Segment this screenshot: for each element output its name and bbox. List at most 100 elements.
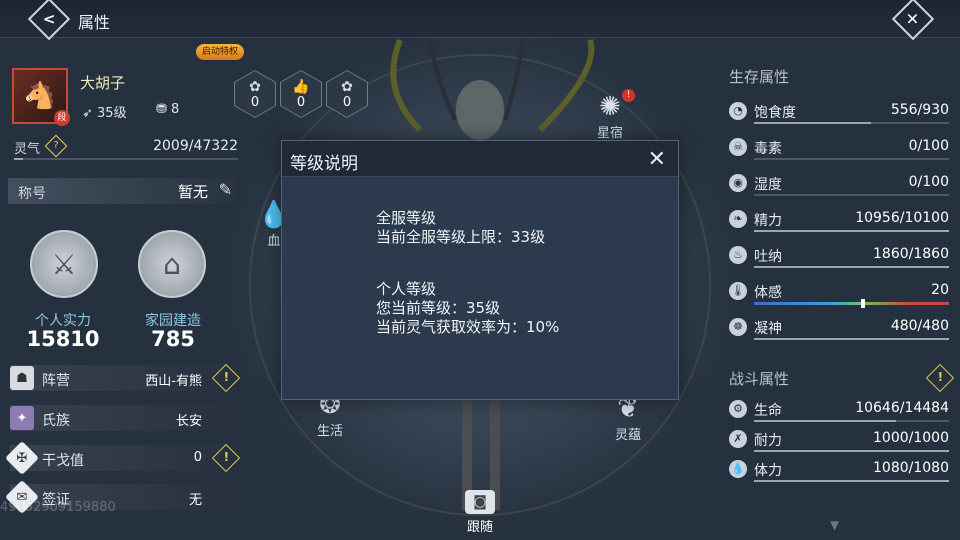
faction-icon: ☗ [10,366,34,390]
info-row-clan[interactable]: ✦ 氏族 长安 [10,405,238,431]
attr-row-1[interactable]: ☠ 毒素 0/100 [729,136,949,162]
skull-icon: ☠ [729,138,747,156]
stomach-icon: ◔ [729,102,747,120]
character-portrait-icon: 🐴 [23,81,57,111]
title-row[interactable]: 称号 暂无 ✎ [8,178,236,204]
attr-value: 20 [931,282,949,298]
back-button[interactable]: < [27,0,71,41]
attr-label: 湿度 [754,177,782,193]
attr-label: 饱食度 [754,105,796,121]
avatar-tag: 段 [54,110,70,126]
personal-level-title: 个人等级 [376,280,437,298]
stat-slot-1[interactable]: ✿ 0 [234,70,276,118]
edit-icon[interactable]: ✎ [219,180,232,199]
personal-level-rate: 当前灵气获取效率为：10% [376,318,560,336]
attr-row-0[interactable]: ⚙ 生命 10646/14484 [729,398,949,424]
stat-slot-3[interactable]: ✿ 0 [326,70,368,118]
attr-bar-fill [754,480,949,482]
info-value: 长安 [175,414,202,429]
info-row-faction[interactable]: ☗ 阵营 西山-有熊 ! [10,363,241,393]
chevron-down-icon[interactable]: ▼ [830,518,839,532]
level-icon: ➶ [82,106,98,121]
endurance-icon: ✗ [729,430,747,448]
attr-row-2[interactable]: 💧 体力 1080/1080 [729,458,949,484]
attr-row-5[interactable]: 🌡 体感 20 [729,280,949,308]
privilege-badge[interactable]: 启动特权 [196,44,245,60]
info-row-war[interactable]: ✠ 干戈值 0 ! [5,441,241,475]
attr-label: 凝神 [754,321,782,337]
info-label: 氏族 [42,413,70,429]
attr-label: 毒素 [754,141,782,157]
player-name: 大胡子 [80,74,126,92]
info-label: 阵营 [42,373,70,389]
flower-icon: ✿ [341,78,353,95]
close-button[interactable]: ✕ [891,0,935,41]
lingyun-button[interactable]: ❦ 灵蕴 [606,394,650,443]
attr-value: 0/100 [908,138,949,154]
attr-value: 1000/1000 [873,430,949,446]
notification-dot: ! [622,89,635,102]
attr-value: 480/480 [890,318,949,334]
dialog-title: 等级说明 [290,154,358,174]
lingqi-progress-fill [14,158,24,160]
attr-row-1[interactable]: ✗ 耐力 1000/1000 [729,428,949,454]
dialog-body: 全服等级 当前全服等级上限：33级 个人等级 您当前等级：35级 当前灵气获取效… [376,209,559,337]
attr-bar-fill [754,230,949,232]
attr-value: 10956/10100 [855,210,949,226]
server-level-title: 全服等级 [376,209,437,227]
warning-icon[interactable]: ! [211,443,241,473]
power-value: 15810 [26,327,100,351]
page-title: 属性 [78,13,111,32]
attr-value: 556/930 [890,102,949,118]
attr-bar [754,266,949,268]
flower-icon: ✿ [249,78,261,95]
friend-count-value: 8 [171,102,180,117]
dialog-close-icon[interactable]: ✕ [648,147,666,172]
warning-icon[interactable]: ! [211,363,241,393]
attr-bar-fill [754,122,871,124]
life-icon: ⚙ [729,400,747,418]
attr-bar-fill [754,266,949,268]
attr-value: 0/100 [908,174,949,190]
home-medal[interactable]: ⌂ [136,222,208,306]
attr-row-3[interactable]: ❧ 精力 10956/10100 [729,208,949,234]
attr-bar [754,450,949,452]
attr-label: 耐力 [754,433,782,449]
attr-bar-fill [754,338,949,340]
attr-label: 体感 [754,285,782,301]
thermometer-icon: 🌡 [729,282,747,300]
attr-bar [754,480,949,482]
attr-bar-fill [754,420,897,422]
attr-row-6[interactable]: ☸ 凝神 480/480 [729,316,949,342]
combat-title: 战斗属性 [729,370,790,388]
level-info-dialog: 等级说明 ✕ 全服等级 当前全服等级上限：33级 个人等级 您当前等级：35级 … [281,140,679,400]
lingqi-value: 2009/47322 [153,138,238,154]
player-level: ➶ 35级 [82,102,127,121]
attr-bar [754,194,949,196]
attr-bar [754,420,949,422]
back-arrow-icon: < [42,9,56,28]
power-medal[interactable]: ⚔ [28,222,100,306]
follow-button[interactable]: ◙ 跟随 [456,490,504,535]
war-icon: ✠ [5,441,39,475]
attr-label: 体力 [754,463,782,479]
survival-title: 生存属性 [729,68,790,86]
stat-slot-2[interactable]: 👍 0 [280,70,322,118]
info-value: 西山-有熊 [145,374,202,389]
attr-row-0[interactable]: ◔ 饱食度 556/930 [729,100,949,126]
attr-row-4[interactable]: ♨ 吐纳 1860/1860 [729,244,949,270]
attr-bar-fill [754,450,949,452]
temperature-marker [861,299,866,308]
attr-row-2[interactable]: ◉ 湿度 0/100 [729,172,949,198]
attr-value: 1080/1080 [873,460,949,476]
attr-bar [754,122,949,124]
thumbs-up-icon: 👍 [292,78,310,95]
info-value: 0 [193,450,202,465]
stat-slot-value: 0 [250,94,260,110]
info-value: 无 [188,493,202,508]
avatar[interactable]: 🐴 段 [12,68,70,126]
server-level-desc: 当前全服等级上限：33级 [376,228,546,246]
lingqi-label: 灵气 [14,142,41,157]
attr-label: 吐纳 [754,249,782,265]
crossed-swords-icon: ⚔ [30,230,98,298]
